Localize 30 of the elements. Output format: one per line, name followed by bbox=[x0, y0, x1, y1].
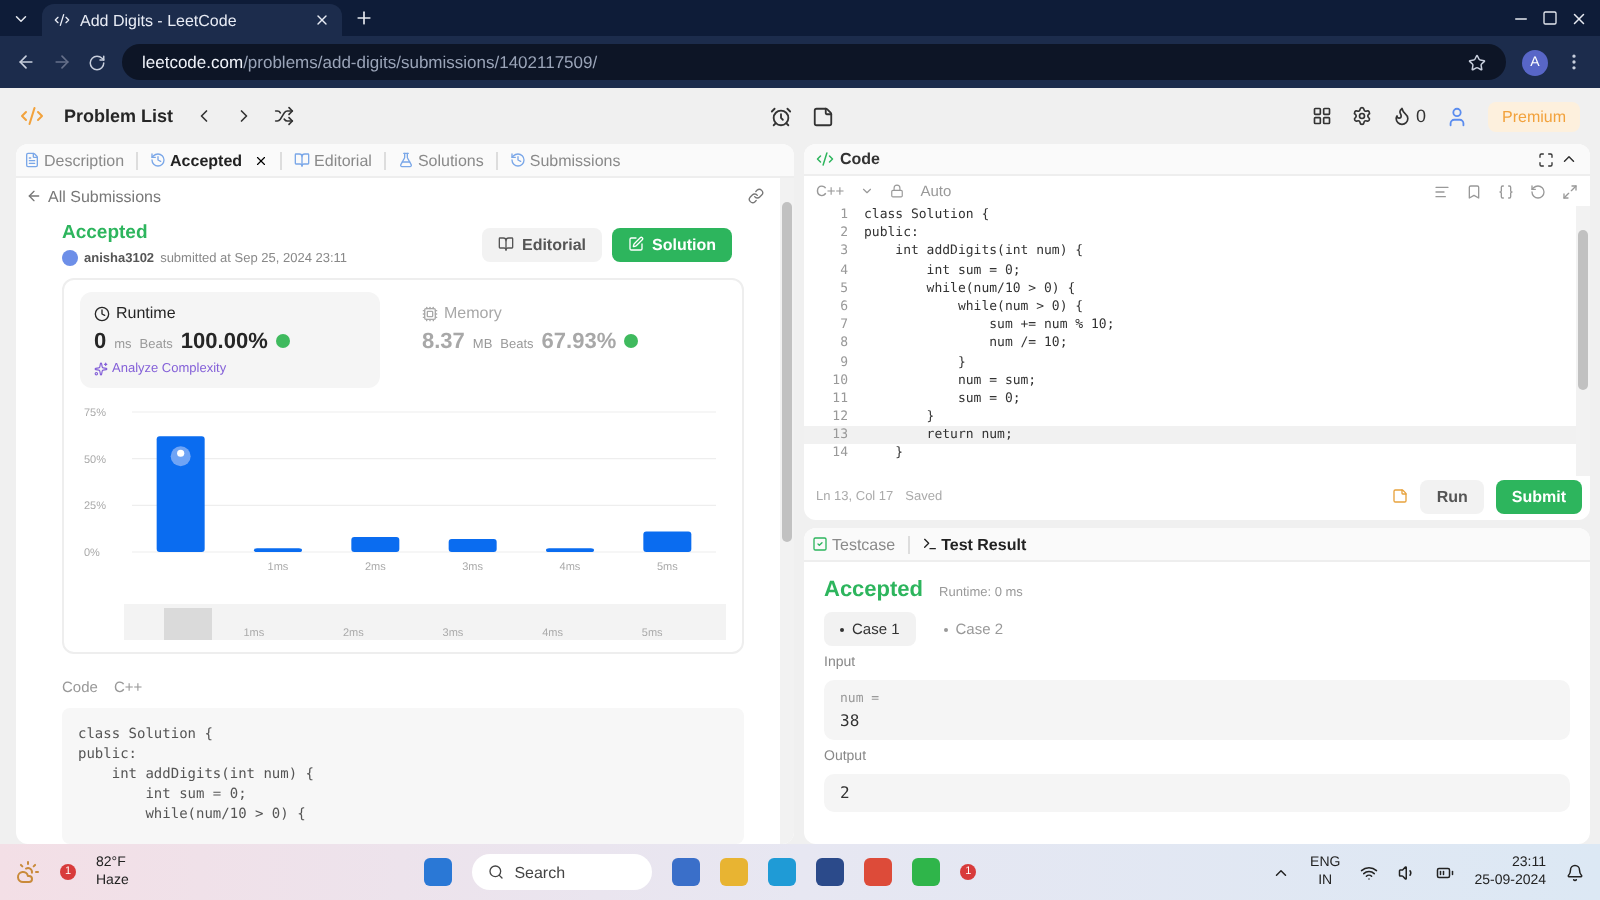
panel-tab[interactable]: Test Result bbox=[921, 535, 1027, 553]
input-value: 38 bbox=[840, 712, 862, 730]
beats-value: 67.93% bbox=[541, 330, 617, 354]
panel-tab[interactable]: Editorial bbox=[294, 151, 372, 169]
solution-button[interactable]: Solution bbox=[612, 227, 732, 261]
panel-tab[interactable]: Description bbox=[24, 151, 125, 169]
output-value: 2 bbox=[840, 784, 852, 802]
stat-title: Runtime bbox=[116, 304, 176, 322]
stat-value: 0 bbox=[94, 330, 107, 354]
taskbar-search[interactable]: Search bbox=[472, 854, 653, 890]
run-button[interactable]: Run bbox=[1420, 479, 1484, 513]
problem-list-button[interactable]: Problem List bbox=[64, 106, 174, 126]
panel-tab[interactable]: Submissions bbox=[509, 151, 621, 169]
panel-title: Code bbox=[840, 150, 880, 168]
url-text: leetcode.com/problems/add-digits/submissions/1402117509/ bbox=[142, 52, 598, 72]
panel-tab[interactable]: Solutions bbox=[397, 151, 484, 169]
panel-tab[interactable]: Testcase bbox=[812, 535, 896, 553]
panel-tab[interactable]: Accepted bbox=[150, 151, 243, 169]
beats-value: 100.00% bbox=[180, 330, 268, 354]
browser-tab[interactable]: Add Digits - LeetCode bbox=[42, 4, 342, 36]
editorial-button[interactable]: Editorial bbox=[481, 227, 602, 261]
tab-title: Add Digits - LeetCode bbox=[80, 11, 239, 29]
status-text: Accepted bbox=[62, 222, 150, 244]
result-status: Accepted bbox=[824, 578, 924, 602]
address-bar[interactable]: leetcode.com/problems/add-digits/submissions/1402117509/ bbox=[122, 44, 1506, 80]
all-submissions-link[interactable]: All Submissions bbox=[26, 187, 161, 205]
submit-button[interactable]: Submit bbox=[1495, 479, 1582, 513]
streak-count: 0 bbox=[1415, 106, 1426, 126]
stat-title: Memory bbox=[444, 304, 502, 322]
stat-value: 8.37 bbox=[422, 330, 465, 354]
